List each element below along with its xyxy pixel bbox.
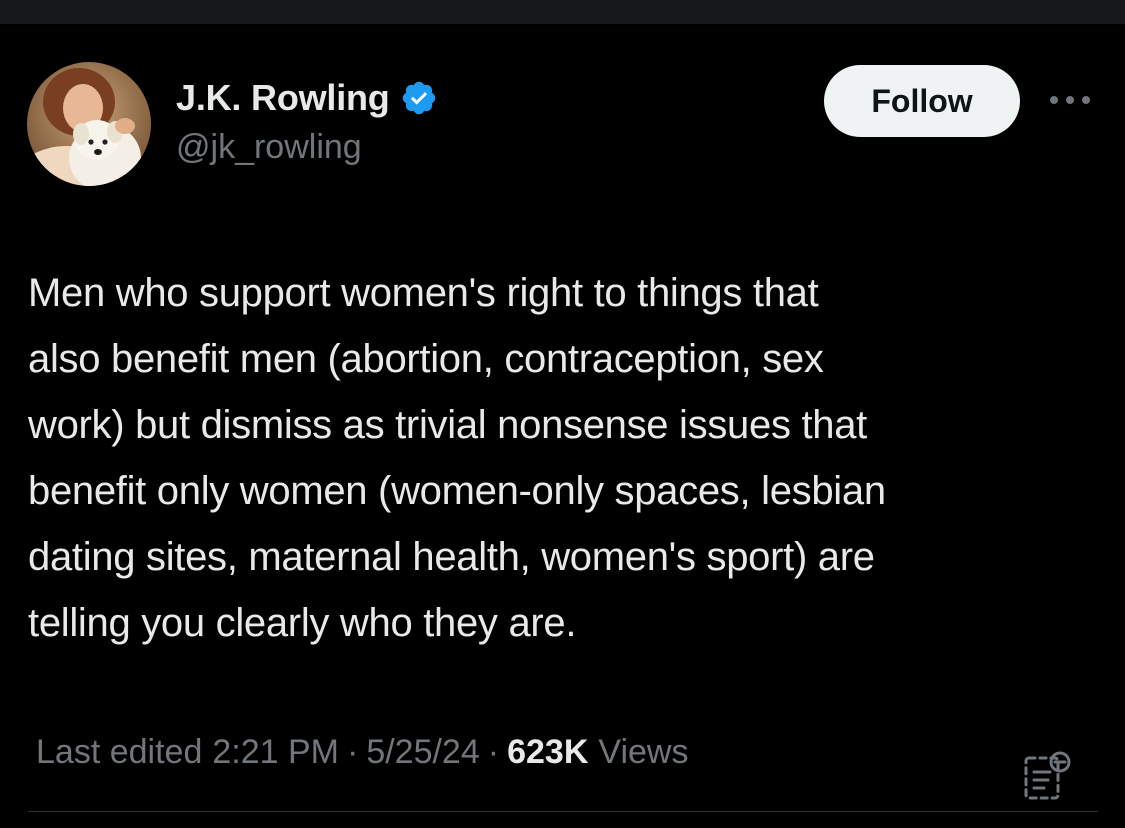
- author-handle[interactable]: @jk_rowling: [176, 128, 362, 167]
- meta-separator: ·: [346, 732, 359, 771]
- views-count[interactable]: 623K: [507, 733, 588, 772]
- author-display-name[interactable]: J.K. Rowling: [176, 77, 390, 119]
- meta-separator: ·: [487, 732, 500, 771]
- tweet-card: J.K. Rowling @jk_rowling Follow Men who …: [0, 24, 1125, 828]
- avatar[interactable]: [27, 62, 151, 186]
- tweet-text: Men who support women's right to things …: [28, 271, 886, 645]
- edited-label[interactable]: Last edited: [36, 733, 202, 772]
- author-name-row: J.K. Rowling: [176, 76, 438, 120]
- tweet-date[interactable]: 5/25/24: [366, 733, 479, 772]
- edit-history-icon[interactable]: [1020, 748, 1074, 804]
- follow-button[interactable]: Follow: [824, 65, 1020, 137]
- bottom-divider: [28, 811, 1098, 812]
- tweet-time[interactable]: 2:21 PM: [212, 733, 339, 772]
- top-strip: [0, 0, 1125, 24]
- tweet-meta: Last edited 2:21 PM · 5/25/24 · 623K Vie…: [36, 724, 688, 780]
- more-horizontal-icon[interactable]: [1042, 84, 1098, 116]
- verified-badge-icon: [402, 81, 435, 115]
- views-label[interactable]: Views: [598, 733, 688, 772]
- avatar-image: [27, 62, 151, 186]
